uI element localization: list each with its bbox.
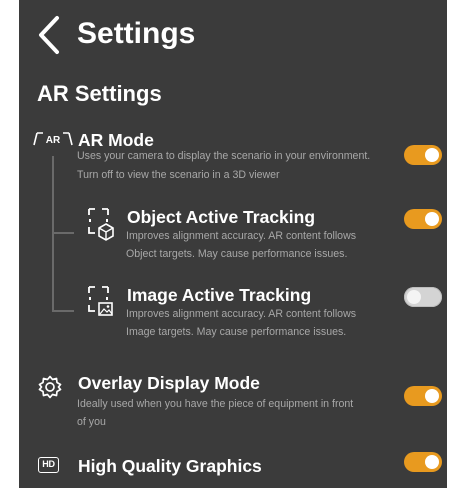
- ar-icon: AR: [33, 132, 73, 146]
- object-tracking-icon: [88, 208, 114, 241]
- ar-icon-text: AR: [46, 135, 61, 146]
- overlay-display-description-line1: Ideally used when you have the piece of …: [77, 398, 354, 410]
- ar-mode-toggle[interactable]: [404, 145, 442, 165]
- toggle-knob: [425, 389, 439, 403]
- toggle-knob: [425, 148, 439, 162]
- ar-mode-description-line1: Uses your camera to display the scenario…: [77, 150, 371, 162]
- image-tracking-description-line1: Improves alignment accuracy. AR content …: [126, 308, 357, 320]
- ar-mode-description-line2: Turn off to view the scenario in a 3D vi…: [77, 169, 280, 181]
- toggle-knob: [407, 290, 421, 304]
- hd-icon: HD: [38, 457, 59, 473]
- high-quality-label: High Quality Graphics: [78, 456, 262, 476]
- gear-icon: [38, 375, 62, 399]
- overlay-display-toggle[interactable]: [404, 386, 442, 406]
- section-title: AR Settings: [37, 81, 162, 106]
- image-tracking-label: Image Active Tracking: [127, 285, 312, 305]
- tree-connector-object: [52, 232, 74, 234]
- tree-connector-image: [52, 310, 74, 312]
- overlay-display-label: Overlay Display Mode: [78, 373, 260, 393]
- overlay-display-description-line2: of you: [77, 416, 106, 428]
- image-tracking-icon: [88, 286, 113, 316]
- high-quality-toggle[interactable]: [404, 452, 442, 472]
- toggle-knob: [425, 455, 439, 469]
- settings-screen: Settings AR Settings AR AR Mode Uses you…: [19, 0, 447, 488]
- object-tracking-label: Object Active Tracking: [127, 207, 316, 227]
- page-title: Settings: [77, 17, 196, 50]
- object-tracking-toggle[interactable]: [404, 209, 442, 229]
- back-button[interactable]: [36, 14, 64, 56]
- chevron-left-icon: [39, 16, 59, 54]
- image-tracking-description-line2: Image targets. May cause performance iss…: [126, 326, 347, 338]
- object-tracking-description-line1: Improves alignment accuracy. AR content …: [126, 230, 357, 242]
- object-tracking-description-line2: Object targets. May cause performance is…: [126, 248, 348, 260]
- tree-connector-vertical: [52, 156, 54, 311]
- toggle-knob: [425, 212, 439, 226]
- image-tracking-toggle[interactable]: [404, 287, 442, 307]
